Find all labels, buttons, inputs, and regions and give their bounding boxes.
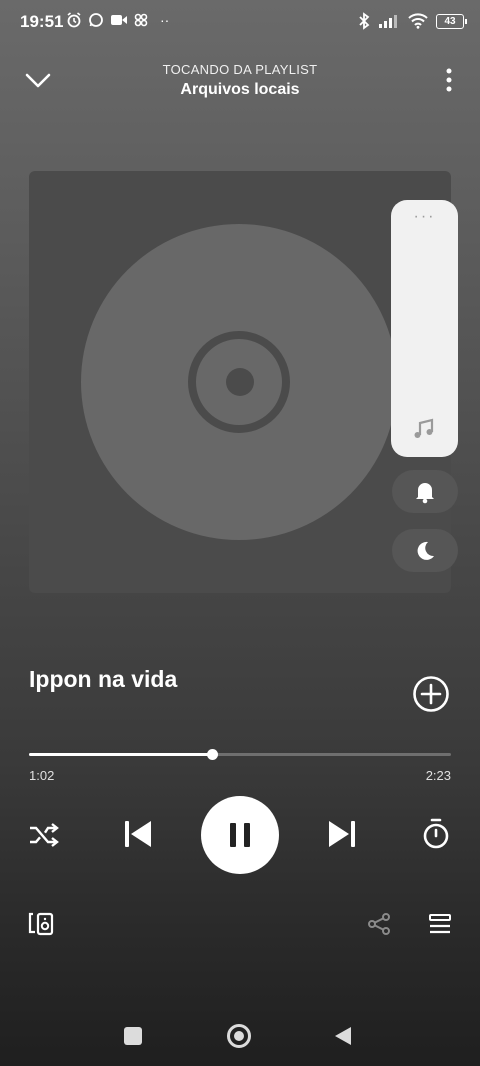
more-dots-icon: ·· [160,12,170,28]
wifi-icon [408,13,428,29]
status-time: 19:51 [20,12,64,31]
play-pause-button[interactable] [201,796,279,874]
disc-center [226,368,254,396]
elapsed-time: 1:02 [29,768,55,783]
connect-device-icon[interactable] [27,911,55,937]
panel-dots-icon[interactable]: ··· [391,208,458,226]
home-button[interactable] [227,1024,251,1048]
total-time: 2:23 [425,768,451,783]
add-to-playlist-icon[interactable] [412,675,450,713]
app-icon [134,13,148,27]
sleep-timer-icon[interactable] [422,817,450,851]
status-right-icons: 43 [358,12,467,30]
progress-fill [29,753,212,756]
music-note-icon[interactable] [412,417,436,441]
share-icon[interactable] [367,912,391,936]
moon-icon [417,541,434,560]
notification-toggle[interactable] [392,470,458,513]
pause-icon [230,823,250,847]
video-icon [111,15,127,25]
queue-icon[interactable] [428,912,452,936]
back-button[interactable] [334,1026,352,1046]
dark-mode-toggle[interactable] [392,529,458,572]
alarm-icon [67,12,81,28]
recents-button[interactable] [124,1027,142,1045]
progress-handle[interactable] [207,749,218,760]
playing-from-label: TOCANDO DA PLAYLIST [162,62,318,77]
shuffle-icon[interactable] [28,820,60,850]
signal-icon [379,15,397,28]
previous-icon[interactable] [123,818,153,850]
playlist-title[interactable]: Arquivos locais [0,81,480,99]
more-options-icon[interactable] [446,68,452,92]
status-left-icons: ·· [66,12,169,28]
battery-icon: 43 [436,13,467,29]
next-icon[interactable] [327,818,357,850]
bell-icon [416,482,434,503]
track-title: Ippon na vida [29,666,178,692]
bluetooth-icon [359,12,370,30]
whatsapp-icon [89,13,103,27]
